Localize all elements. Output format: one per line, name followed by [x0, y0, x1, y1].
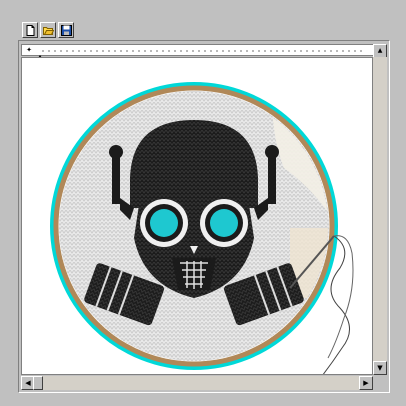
ruler[interactable]: ✦ [21, 44, 377, 61]
left-eye [150, 209, 178, 237]
open-file-button[interactable] [40, 22, 56, 38]
left-antenna [112, 152, 120, 204]
ruler-right-button[interactable]: ▲ [373, 44, 387, 58]
ruler-ticks [40, 50, 362, 52]
scroll-right-button[interactable]: ▶ [359, 376, 373, 390]
scroll-down-button[interactable]: ▼ [373, 361, 387, 375]
new-document-icon [26, 24, 34, 36]
document-window: ✦ ▲ ▼ ◀ ▶ [18, 40, 390, 393]
open-folder-icon [42, 26, 54, 35]
scrollbar-corner [373, 376, 387, 390]
ruler-left-button[interactable]: ✦ [24, 45, 34, 55]
save-disk-icon [60, 24, 72, 36]
toolbar [22, 22, 74, 39]
horizontal-scrollbar[interactable]: ◀ ▶ [21, 376, 373, 390]
horizontal-scroll-thumb[interactable] [33, 376, 43, 390]
image-canvas[interactable] [21, 57, 373, 375]
cross-stitch-image [50, 82, 354, 374]
save-file-button[interactable] [58, 22, 74, 38]
helmet [130, 120, 258, 208]
right-antenna [268, 152, 276, 204]
vertical-scrollbar[interactable]: ▼ [373, 57, 387, 375]
new-file-button[interactable] [22, 22, 38, 38]
right-eye [210, 209, 238, 237]
